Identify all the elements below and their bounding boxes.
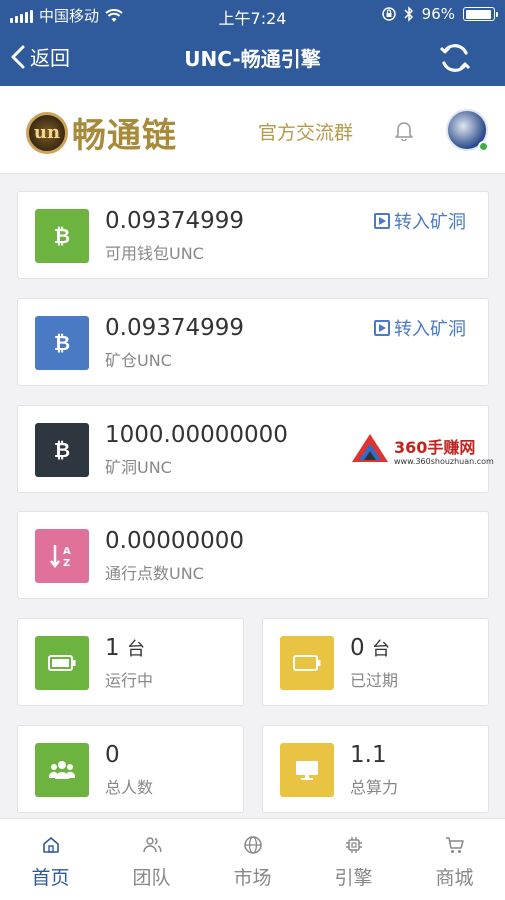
tab-market-label: 市场 <box>233 867 272 889</box>
play-icon <box>374 213 390 229</box>
warehouse-tile: ₿ <box>35 316 89 370</box>
total-users-label: 总人数 <box>105 778 154 797</box>
bottom-tab-bar: 首页 团队 市场 引擎 商城 <box>0 818 505 900</box>
logo: un 畅通链 <box>26 108 177 157</box>
tab-engine[interactable]: 引擎 <box>303 819 404 900</box>
tab-home[interactable]: 首页 <box>0 819 101 900</box>
pass-points-tile: A Z <box>35 529 89 583</box>
svg-text:A: A <box>63 546 71 557</box>
total-hashrate-tile <box>280 743 334 797</box>
cart-icon <box>445 837 464 853</box>
refresh-icon[interactable] <box>437 40 473 76</box>
mine-label: 矿洞UNC <box>105 458 172 477</box>
total-hashrate-card: 1.1 总算力 <box>262 725 489 813</box>
mine-tile: ₿ <box>35 423 89 477</box>
navigation-bar: 返回 UNC-畅通引擎 <box>0 30 505 86</box>
tab-team-label: 团队 <box>132 867 171 889</box>
expired-label: 已过期 <box>350 671 399 690</box>
total-users-value: 0 <box>105 742 120 768</box>
wallet-label: 可用钱包UNC <box>105 244 204 263</box>
watermark-url: www.360shouzhuan.com <box>394 457 494 466</box>
bitcoin-icon: ₿ <box>53 437 71 462</box>
battery-fill <box>465 9 492 19</box>
pass-points-card: A Z 0.00000000 通行点数UNC <box>17 511 489 599</box>
transfer-label: 转入矿洞 <box>394 319 466 340</box>
battery-full-icon <box>48 655 76 671</box>
page-title: UNC-畅通引擎 <box>184 47 321 71</box>
tab-market[interactable]: 市场 <box>202 819 303 900</box>
rotation-lock-icon <box>381 7 396 21</box>
logo-text: 畅通链 <box>72 116 177 156</box>
official-group-link[interactable]: 官方交流群 <box>258 118 353 145</box>
watermark-logo-core <box>364 451 376 460</box>
users-icon <box>49 761 75 779</box>
globe-icon <box>243 836 262 854</box>
wallet-balance: 0.09374999 <box>105 208 245 234</box>
transfer-to-mine-button[interactable]: 转入矿洞 <box>374 315 466 341</box>
tab-mall-label: 商城 <box>435 867 474 889</box>
running-count-value: 1 <box>105 635 120 661</box>
battery-empty-icon <box>293 655 321 671</box>
bitcoin-icon: ₿ <box>53 223 71 248</box>
team-icon <box>142 837 161 853</box>
expired-tile <box>280 636 334 690</box>
monitor-icon <box>296 761 318 780</box>
total-hashrate-label: 总算力 <box>350 778 399 797</box>
tab-home-label: 首页 <box>31 867 70 889</box>
total-hashrate-value: 1.1 <box>350 742 387 768</box>
pass-points-balance: 0.00000000 <box>105 528 245 554</box>
sort-az-icon: A Z <box>50 545 71 569</box>
top-bar: 中国移动 上午7:24 96% 返回 UNC-畅通引擎 <box>0 0 505 86</box>
expired-count-unit: 台 <box>371 639 390 660</box>
tab-team[interactable]: 团队 <box>101 819 202 900</box>
logo-mark: un <box>26 111 68 154</box>
total-users-card: 0 总人数 <box>17 725 244 813</box>
warehouse-card: ₿ 0.09374999 矿仓UNC 转入矿洞 <box>17 298 489 386</box>
running-tile <box>35 636 89 690</box>
running-count: 1 台 <box>105 635 145 661</box>
transfer-label: 转入矿洞 <box>394 212 466 233</box>
tab-engine-label: 引擎 <box>334 867 373 889</box>
warehouse-balance: 0.09374999 <box>105 315 245 341</box>
battery-percent: 96% <box>421 5 455 23</box>
running-label: 运行中 <box>105 671 154 690</box>
expired-card: 0 台 已过期 <box>262 618 489 706</box>
pass-points-label: 通行点数UNC <box>105 564 204 583</box>
watermark: 360手赚网 www.360shouzhuan.com <box>352 434 502 468</box>
watermark-title: 360手赚网 <box>394 438 476 457</box>
home-icon <box>42 837 59 853</box>
bitcoin-icon: ₿ <box>53 330 71 355</box>
brand-header: un 畅通链 官方交流群 <box>0 86 505 174</box>
status-bar: 中国移动 上午7:24 96% <box>0 0 505 30</box>
battery-icon <box>463 7 498 21</box>
bell-icon[interactable] <box>393 119 415 141</box>
wallet-card: ₿ 0.09374999 可用钱包UNC 转入矿洞 <box>17 191 489 279</box>
wallet-tile: ₿ <box>35 209 89 263</box>
tab-mall[interactable]: 商城 <box>404 819 505 900</box>
warehouse-label: 矿仓UNC <box>105 351 172 370</box>
chip-icon <box>345 837 362 853</box>
svg-text:Z: Z <box>63 558 70 569</box>
running-card: 1 台 运行中 <box>17 618 244 706</box>
online-status-dot <box>478 141 489 152</box>
total-users-tile <box>35 743 89 797</box>
bluetooth-icon <box>404 6 413 22</box>
running-count-unit: 台 <box>126 639 145 660</box>
expired-count-value: 0 <box>350 635 365 661</box>
play-icon <box>374 320 390 336</box>
transfer-to-mine-button[interactable]: 转入矿洞 <box>374 208 466 234</box>
mine-balance: 1000.00000000 <box>105 422 288 448</box>
expired-count: 0 台 <box>350 635 390 661</box>
